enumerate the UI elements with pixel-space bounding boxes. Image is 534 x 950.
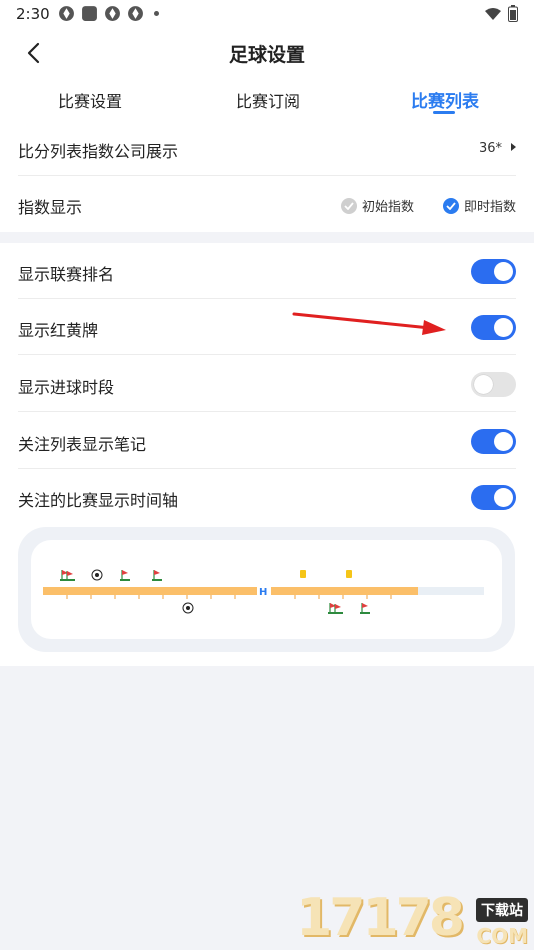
site-watermark: 17178 下载站 COM bbox=[296, 888, 534, 950]
toggle-row-league-rank: 显示联赛排名 bbox=[18, 243, 516, 299]
system-icons bbox=[484, 5, 518, 22]
index-settings-section: 比分列表指数公司展示 36* 指数显示 初始指数 即时指数 bbox=[0, 120, 534, 232]
toggle-knob bbox=[474, 375, 493, 394]
corner-flag-icon bbox=[328, 603, 343, 614]
toggle-label: 显示联赛排名 bbox=[18, 265, 115, 284]
live-index-checkbox[interactable]: 即时指数 bbox=[443, 196, 516, 215]
square-notification-icon bbox=[82, 6, 97, 21]
corner-flag-icon bbox=[120, 570, 130, 581]
annotation-arrow-icon bbox=[292, 312, 446, 335]
more-notifications-dot-icon bbox=[154, 11, 159, 16]
index-company-row[interactable]: 比分列表指数公司展示 36* bbox=[18, 120, 516, 176]
corner-flag-icon bbox=[360, 603, 370, 614]
timeline-preview-card: H bbox=[18, 527, 515, 652]
follow-notes-toggle[interactable] bbox=[471, 429, 516, 454]
index-display-row: 指数显示 初始指数 即时指数 bbox=[18, 176, 516, 232]
toggle-knob bbox=[494, 262, 513, 281]
toggle-row-notes: 关注列表显示笔记 bbox=[18, 413, 516, 469]
yellow-card-icon bbox=[300, 570, 306, 578]
page-title: 足球设置 bbox=[228, 44, 305, 66]
tab-match-list[interactable]: 比赛列表 bbox=[411, 87, 479, 112]
index-display-label: 指数显示 bbox=[18, 198, 83, 217]
live-index-label: 即时指数 bbox=[464, 200, 517, 215]
timeline-preview: H bbox=[31, 540, 502, 639]
toggle-row-timeline: 关注的比赛显示时间轴 bbox=[18, 469, 516, 525]
app-notification-icon bbox=[59, 6, 74, 21]
index-company-label: 比分列表指数公司展示 bbox=[18, 142, 179, 161]
goal-period-toggle[interactable] bbox=[471, 372, 516, 397]
red-yellow-card-toggle[interactable] bbox=[471, 315, 516, 340]
app-header: 足球设置 bbox=[0, 28, 534, 76]
toggle-row-goal-period: 显示进球时段 bbox=[18, 356, 516, 412]
initial-index-label: 初始指数 bbox=[362, 200, 415, 215]
index-company-value: 36* bbox=[478, 141, 502, 156]
toggle-knob bbox=[494, 432, 513, 451]
watermark-domain: COM bbox=[476, 924, 528, 948]
toggle-label: 显示进球时段 bbox=[18, 378, 115, 397]
watermark-number: 17178 bbox=[296, 888, 465, 948]
status-bar: 2:30 bbox=[0, 0, 534, 28]
check-circle-icon bbox=[341, 197, 357, 214]
corner-flag-icon bbox=[60, 570, 75, 581]
tab-match-subscription[interactable]: 比赛订阅 bbox=[236, 88, 300, 112]
initial-index-checkbox[interactable]: 初始指数 bbox=[341, 196, 414, 215]
tab-bar: 比赛设置 比赛订阅 比赛列表 bbox=[0, 76, 534, 120]
active-tab-indicator bbox=[433, 111, 455, 114]
timeline-graphic: H bbox=[43, 569, 484, 614]
football-icon bbox=[182, 602, 194, 614]
wifi-icon bbox=[485, 7, 501, 20]
app-notification-icon bbox=[105, 6, 120, 21]
halftime-marker: H bbox=[259, 587, 267, 598]
check-circle-icon bbox=[443, 197, 459, 214]
toggle-label: 显示红黄牌 bbox=[18, 321, 99, 340]
battery-icon bbox=[508, 5, 518, 22]
league-rank-toggle[interactable] bbox=[471, 259, 516, 284]
app-notification-icon bbox=[128, 6, 143, 21]
caret-right-icon bbox=[511, 143, 516, 151]
display-toggles-section: 显示联赛排名 显示红黄牌 显示进球时段 关注列表显示笔记 关注的比赛显示时间轴 bbox=[0, 243, 534, 666]
football-icon bbox=[91, 569, 103, 581]
corner-flag-icon bbox=[152, 570, 162, 581]
watermark-badge: 下载站 bbox=[476, 898, 528, 922]
toggle-knob bbox=[494, 488, 513, 507]
yellow-card-icon bbox=[346, 570, 352, 578]
status-time: 2:30 bbox=[16, 5, 50, 23]
notification-icons bbox=[58, 5, 159, 22]
tab-match-settings[interactable]: 比赛设置 bbox=[58, 88, 122, 112]
toggle-label: 关注的比赛显示时间轴 bbox=[18, 491, 179, 510]
toggle-label: 关注列表显示笔记 bbox=[18, 435, 147, 454]
follow-timeline-toggle[interactable] bbox=[471, 485, 516, 510]
toggle-knob bbox=[494, 318, 513, 337]
